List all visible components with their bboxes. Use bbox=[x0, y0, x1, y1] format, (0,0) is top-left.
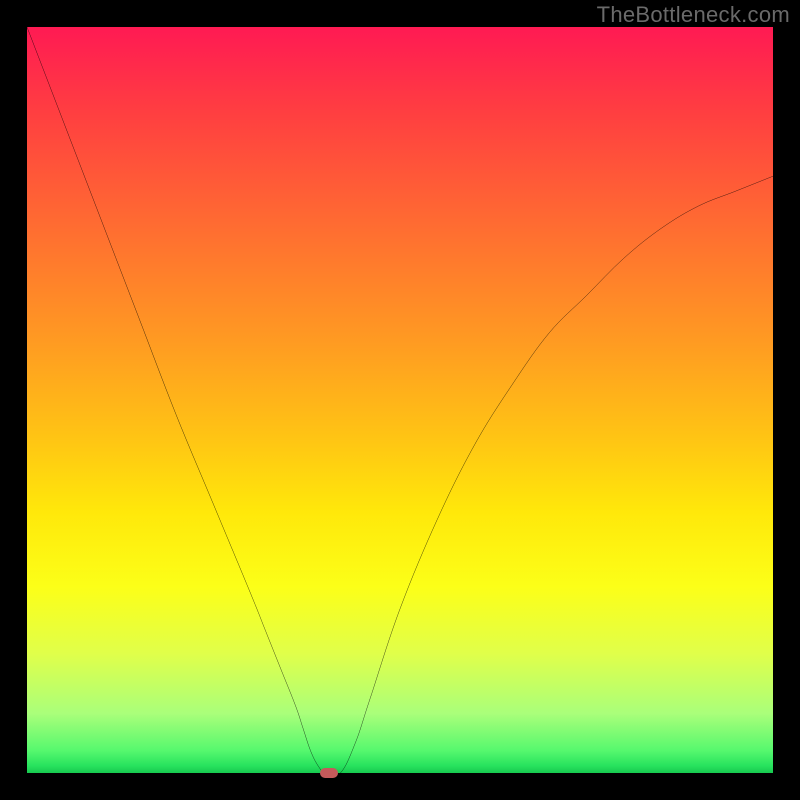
curve-path bbox=[27, 27, 773, 773]
watermark-label: TheBottleneck.com bbox=[597, 2, 790, 28]
curve-svg bbox=[27, 27, 773, 773]
min-marker bbox=[320, 768, 338, 778]
plot-area bbox=[27, 27, 773, 773]
chart-frame: TheBottleneck.com bbox=[0, 0, 800, 800]
